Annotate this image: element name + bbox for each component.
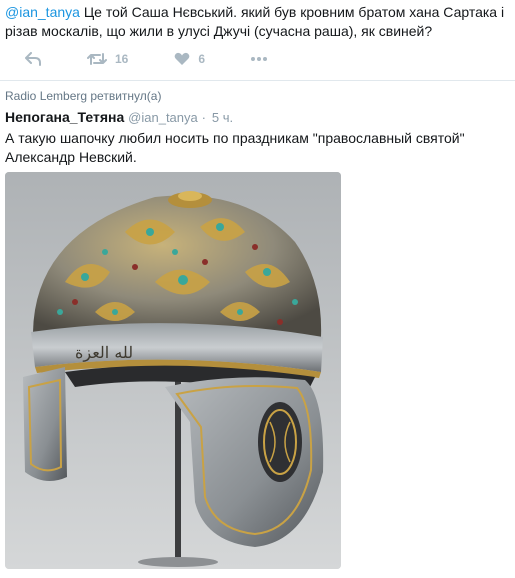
reply-mention-link[interactable]: @ian_tanya [5,4,80,20]
timestamp-link[interactable]: 5 ч. [212,110,233,125]
heart-icon [175,52,190,65]
retweet-count: 16 [115,52,129,66]
more-dots-icon [251,57,268,61]
reply-body: Це той Саша Нєвський. який був кровним б… [5,4,505,39]
helmet-inscription: ﻟﻠﻪ ﺍﻟﻌﺰﺓ [75,343,133,362]
retweet-button[interactable]: 16 [87,52,128,66]
tweet-text: А такую шапочку любил носить по праздник… [5,130,465,165]
tweet-actions: 16 6 [25,50,313,68]
retweet-icon [87,53,107,65]
reply-tweet: @ian_tanya Це той Саша Нєвський. який бу… [0,0,515,81]
helmet-photo-icon: ﻟﻠﻪ ﺍﻟﻌﺰﺓ [5,172,341,569]
author-handle[interactable]: @ian_tanya [128,110,198,125]
tweet-header: Непогана_Тетяна @ian_tanya · 5 ч. [5,108,510,127]
like-button[interactable]: 6 [174,52,205,66]
reply-button[interactable] [25,52,41,66]
like-count: 6 [198,52,206,66]
retweeted-tweet: Непогана_Тетяна @ian_tanya · 5 ч. А таку… [5,108,510,167]
reply-text: @ian_tanya Це той Саша Нєвський. який бу… [5,3,510,41]
author-name[interactable]: Непогана_Тетяна [5,109,124,125]
reply-icon [25,52,41,66]
retweet-attribution[interactable]: Radio Lemberg ретвитнул(а) [5,89,161,103]
tweet-photo[interactable]: ﻟﻠﻪ ﺍﻟﻌﺰﺓ [5,172,341,569]
more-button[interactable] [251,56,268,62]
separator-dot: · [201,110,206,125]
